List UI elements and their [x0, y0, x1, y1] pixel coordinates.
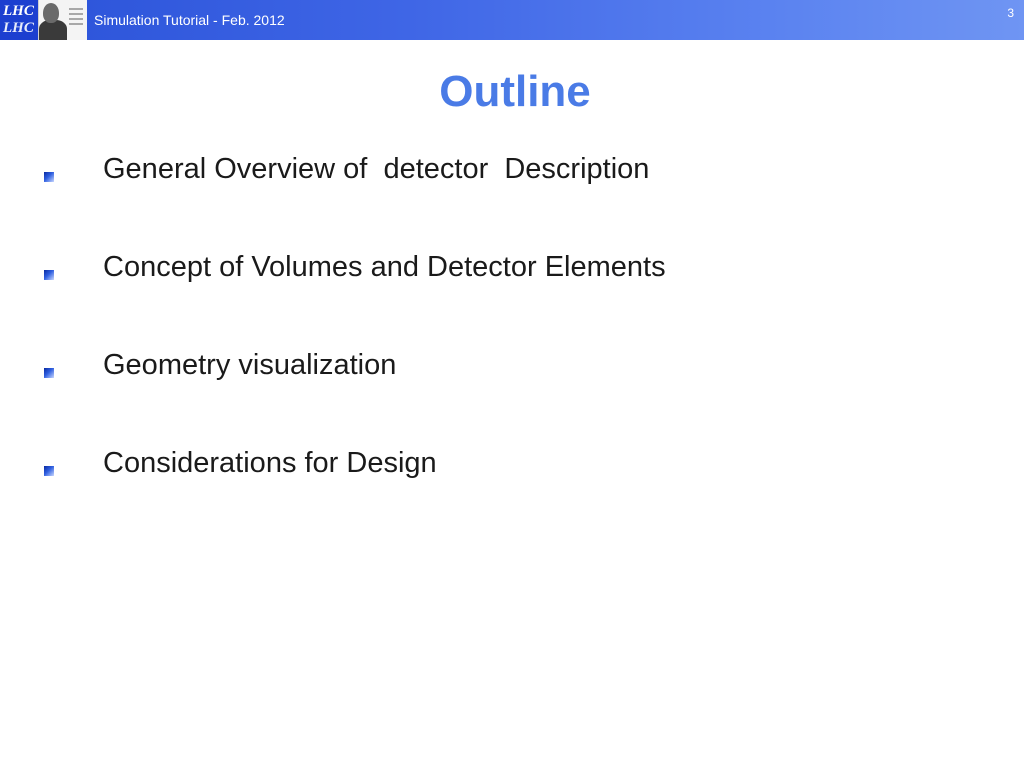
square-bullet-icon — [44, 466, 54, 476]
portrait-head — [43, 3, 59, 23]
page-number: 3 — [1007, 6, 1014, 20]
square-bullet-icon — [44, 172, 54, 182]
bullet-text: Geometry visualization — [103, 349, 397, 381]
portrait-logo — [38, 0, 87, 40]
square-bullet-icon — [44, 270, 54, 280]
portrait-body — [39, 20, 67, 40]
lhcb-logo-text: LHC — [3, 3, 34, 19]
slide: LHC LHC Simulation Tutorial - Feb. 2012 … — [0, 0, 1024, 768]
slide-title: Outline — [439, 67, 591, 116]
presentation-title: Simulation Tutorial - Feb. 2012 — [94, 12, 285, 28]
square-bullet-icon — [44, 368, 54, 378]
portrait-caption-lines — [69, 8, 83, 28]
bullet-text: Considerations for Design — [103, 447, 437, 479]
bullet-text: General Overview of detector Description — [103, 153, 650, 185]
lhcb-logo-text-reflection: LHC — [3, 20, 34, 36]
bullet-text: Concept of Volumes and Detector Elements — [103, 251, 666, 283]
header-bar: LHC LHC Simulation Tutorial - Feb. 2012 … — [0, 0, 1024, 40]
